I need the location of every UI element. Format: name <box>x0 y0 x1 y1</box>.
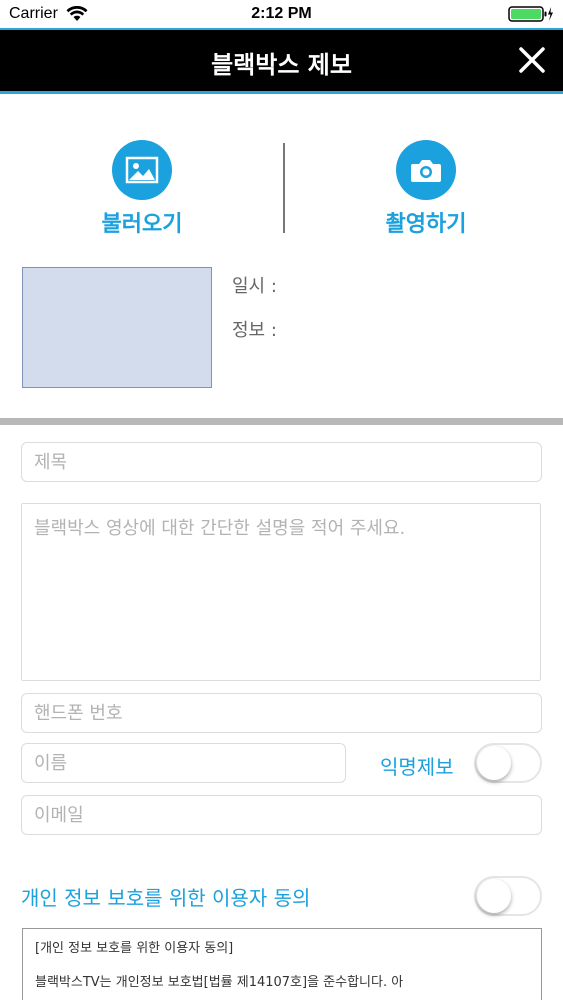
gallery-icon <box>112 140 172 200</box>
status-bar: Carrier 2:12 PM <box>0 0 563 28</box>
description-input[interactable] <box>21 503 541 681</box>
media-row: 불러오기 촬영하기 <box>0 96 563 246</box>
title-input[interactable] <box>21 442 542 482</box>
anonymous-toggle[interactable] <box>474 743 542 783</box>
name-input[interactable] <box>21 743 346 783</box>
email-input[interactable] <box>21 795 542 835</box>
toggle-knob <box>477 879 511 913</box>
capture-button[interactable]: 촬영하기 <box>326 140 526 238</box>
consent-text-box[interactable]: [개인 정보 보호를 위한 이용자 동의] 블랙박스TV는 개인정보 보호법[법… <box>22 928 542 1000</box>
media-divider <box>283 143 285 233</box>
page-title: 블랙박스 제보 <box>211 51 352 79</box>
consent-box-text: 블랙박스TV는 개인정보 보호법[법률 제14107호]을 준수합니다. 아 <box>35 975 404 990</box>
info-label: 정보 : <box>232 320 277 341</box>
phone-input[interactable] <box>21 693 542 733</box>
video-thumbnail <box>22 267 212 388</box>
capture-label: 촬영하기 <box>385 212 467 237</box>
close-button[interactable] <box>515 43 549 77</box>
datetime-label: 일시 : <box>232 276 277 297</box>
nav-bar: 블랙박스 제보 <box>0 28 563 94</box>
load-label: 불러오기 <box>101 212 183 237</box>
consent-toggle[interactable] <box>474 876 542 916</box>
camera-icon <box>396 140 456 200</box>
load-button[interactable]: 불러오기 <box>42 140 242 238</box>
anonymous-label: 익명제보 <box>380 755 454 779</box>
consent-box-heading: [개인 정보 보호를 위한 이용자 동의] <box>35 941 234 956</box>
toggle-knob <box>477 746 511 780</box>
consent-title: 개인 정보 보호를 위한 이용자 동의 <box>21 886 311 910</box>
battery-icon <box>508 6 553 22</box>
section-divider <box>0 418 563 425</box>
status-time: 2:12 PM <box>251 5 312 22</box>
